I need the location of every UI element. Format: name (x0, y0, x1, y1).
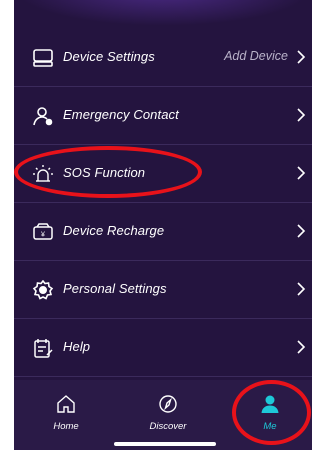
chevron-right-icon (296, 166, 306, 180)
recharge-card-icon: ¥ (32, 222, 54, 242)
settings-item-label: Personal Settings (63, 281, 167, 296)
contact-person-icon (32, 106, 54, 126)
settings-list: Device Settings Add Device Emergency Con… (14, 29, 312, 377)
tab-label: Home (53, 421, 79, 432)
settings-item-label: SOS Function (63, 165, 146, 180)
settings-item-label: Device Settings (63, 49, 155, 64)
settings-item-label: Device Recharge (63, 223, 165, 238)
svg-text:¥: ¥ (41, 232, 45, 239)
tab-label: Discover (149, 421, 187, 432)
home-icon (56, 395, 76, 418)
sos-light-icon (32, 164, 54, 184)
compass-icon (158, 395, 178, 418)
chevron-right-icon (296, 108, 306, 122)
settings-gear-icon (32, 279, 54, 300)
header-band (14, 0, 312, 26)
tab-discover[interactable]: Discover (133, 394, 203, 434)
settings-item-sos-function[interactable]: SOS Function (14, 145, 312, 203)
settings-item-emergency-contact[interactable]: Emergency Contact (14, 87, 312, 145)
settings-item-device-settings[interactable]: Device Settings Add Device (14, 29, 312, 87)
person-icon (260, 395, 280, 418)
help-doc-icon (32, 338, 54, 358)
device-icon (32, 48, 54, 68)
add-device-link[interactable]: Add Device (224, 49, 288, 63)
settings-item-label: Help (63, 339, 91, 354)
home-indicator (114, 442, 216, 446)
settings-item-label: Emergency Contact (63, 107, 179, 122)
tab-home[interactable]: Home (31, 394, 101, 434)
tab-me[interactable]: Me (235, 394, 305, 434)
settings-item-personal-settings[interactable]: Personal Settings (14, 261, 312, 319)
settings-item-device-recharge[interactable]: ¥ Device Recharge (14, 203, 312, 261)
chevron-right-icon (296, 50, 306, 64)
me-screen: Device Settings Add Device Emergency Con… (14, 0, 312, 450)
settings-item-help[interactable]: Help (14, 319, 312, 377)
chevron-right-icon (296, 224, 306, 238)
chevron-right-icon (296, 282, 306, 296)
bottom-tab-bar: Home Discover Me (14, 380, 312, 450)
chevron-right-icon (296, 340, 306, 354)
tab-label: Me (263, 421, 277, 432)
